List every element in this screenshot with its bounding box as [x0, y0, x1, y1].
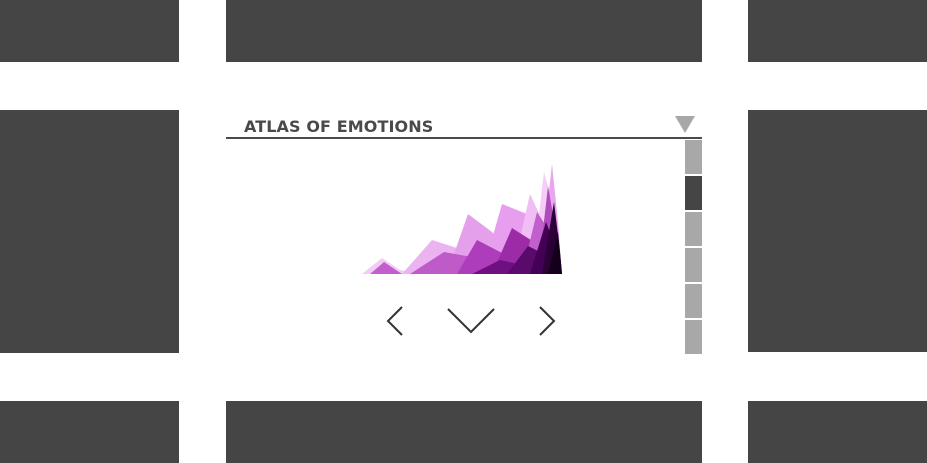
tile-middle-left[interactable]: [0, 110, 179, 353]
side-tab-5[interactable]: [685, 284, 702, 318]
side-tab-2[interactable]: [685, 176, 702, 210]
emotion-timeline-visual[interactable]: [362, 162, 566, 278]
side-tab-strip: [685, 139, 702, 354]
chevron-right-icon: [539, 306, 556, 336]
tile-middle-right[interactable]: [748, 110, 927, 352]
tile-bottom-center[interactable]: [226, 401, 702, 463]
tile-bottom-left[interactable]: [0, 401, 179, 463]
triangle-down-icon: [675, 116, 695, 133]
side-tab-6[interactable]: [685, 320, 702, 354]
tile-top-center[interactable]: [226, 0, 702, 62]
tile-top-right[interactable]: [748, 0, 927, 62]
page: ATLAS OF EMOTIONS: [0, 0, 927, 463]
tile-bottom-right[interactable]: [748, 401, 927, 463]
side-tab-1[interactable]: [685, 140, 702, 174]
side-tab-3[interactable]: [685, 212, 702, 246]
emotion-wave-graphic: [362, 164, 562, 274]
panel-header: ATLAS OF EMOTIONS: [226, 110, 702, 139]
dropdown-toggle-button[interactable]: [674, 114, 696, 134]
tile-top-left[interactable]: [0, 0, 179, 62]
expand-down-button[interactable]: [444, 303, 498, 339]
chevron-left-icon: [386, 306, 403, 336]
chevron-down-icon: [447, 308, 495, 334]
next-button[interactable]: [536, 303, 558, 339]
side-tab-4[interactable]: [685, 248, 702, 282]
emotion-panel: ATLAS OF EMOTIONS: [226, 110, 702, 354]
panel-title: ATLAS OF EMOTIONS: [244, 117, 434, 136]
previous-button[interactable]: [384, 303, 406, 339]
